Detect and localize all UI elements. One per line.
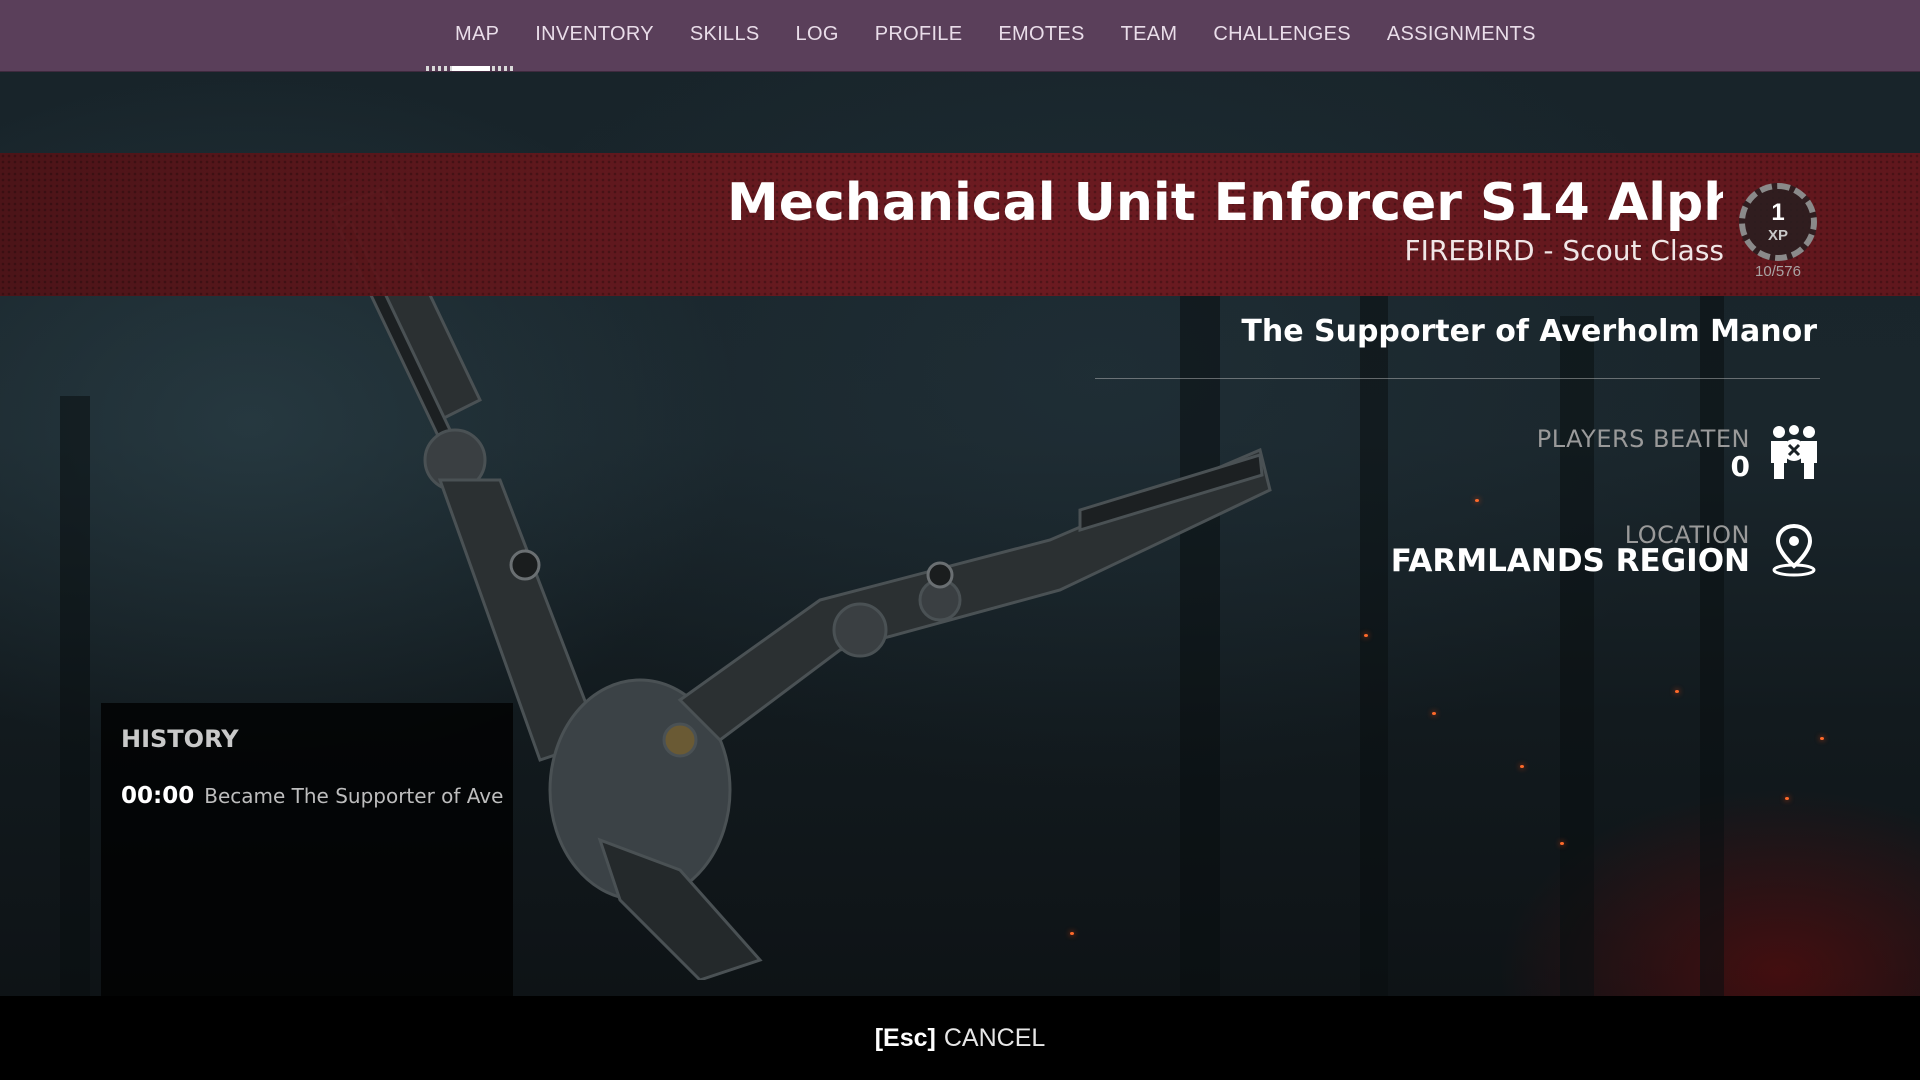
tab-assignments[interactable]: ASSIGNMENTS: [1369, 0, 1554, 72]
cancel-label: CANCEL: [943, 1024, 1046, 1052]
location-pin-icon: [1772, 523, 1816, 577]
bottom-bar: [Esc] CANCEL: [0, 996, 1920, 1080]
unit-role: The Supporter of Averholm Manor: [1241, 314, 1817, 349]
ember: [1785, 797, 1789, 800]
divider: [1095, 378, 1820, 379]
players-beaten-icon: [1771, 425, 1817, 479]
background-tree: [1360, 236, 1388, 996]
ember: [1560, 842, 1564, 845]
active-tab-indicator: [426, 66, 516, 71]
tab-profile[interactable]: PROFILE: [857, 0, 981, 72]
ember: [1675, 690, 1679, 693]
xp-badge: 1 XP: [1739, 183, 1817, 261]
tab-challenges[interactable]: CHALLENGES: [1195, 0, 1369, 72]
nav-tab-list: MAP INVENTORY SKILLS LOG PROFILE EMOTES …: [437, 0, 1554, 72]
history-entry: 00:00 Became The Supporter of Averholm Ma…: [121, 783, 505, 817]
esc-key-hint: [Esc]: [874, 1024, 936, 1052]
tab-log[interactable]: LOG: [778, 0, 857, 72]
ember: [1364, 634, 1368, 637]
background-tree: [1560, 316, 1594, 996]
tab-map[interactable]: MAP: [437, 0, 517, 72]
history-entry-text: Became The Supporter of Averholm Manor: [204, 784, 505, 808]
xp-level: 1: [1771, 199, 1785, 226]
ember: [1820, 737, 1824, 740]
history-panel: HISTORY 00:00 Became The Supporter of Ave…: [101, 703, 513, 996]
background-tree: [1700, 276, 1724, 996]
players-beaten-label: PLAYERS BEATEN: [1536, 425, 1750, 453]
cancel-button[interactable]: [Esc] CANCEL: [0, 996, 1920, 1080]
history-entry-time: 00:00: [121, 783, 195, 809]
ember: [1520, 765, 1524, 768]
players-beaten-value: 0: [1730, 450, 1750, 483]
ember: [1475, 499, 1479, 502]
ember: [1432, 712, 1436, 715]
unit-subtitle: FIREBIRD - Scout Class: [1404, 234, 1724, 267]
tab-emotes[interactable]: EMOTES: [980, 0, 1102, 72]
unit-title: Mechanical Unit Enforcer S14 Alpha-1072: [727, 173, 1723, 233]
tab-skills[interactable]: SKILLS: [672, 0, 778, 72]
tab-team[interactable]: TEAM: [1103, 0, 1196, 72]
location-value: FARMLANDS REGION: [1390, 543, 1750, 579]
top-nav: MAP INVENTORY SKILLS LOG PROFILE EMOTES …: [0, 0, 1920, 72]
xp-progress: 10/576: [1755, 263, 1801, 280]
background-tree: [60, 396, 90, 996]
xp-label: XP: [1767, 227, 1788, 244]
history-title: HISTORY: [121, 725, 239, 753]
tab-inventory[interactable]: INVENTORY: [517, 0, 672, 72]
